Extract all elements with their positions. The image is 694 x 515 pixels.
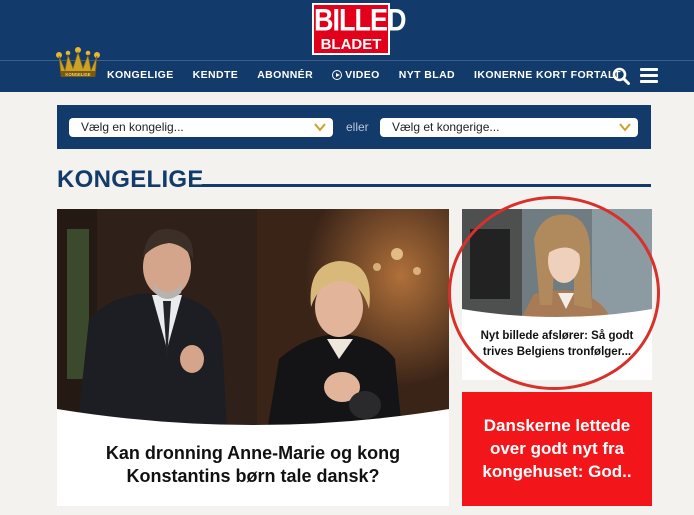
select-kingdom[interactable]: Vælg et kongerige... <box>380 118 638 137</box>
article-card-side[interactable]: Nyt billede afslører: Så godt trives Bel… <box>462 209 652 380</box>
royal-filter-bar: Vælg en kongelig... eller Vælg et konger… <box>57 105 651 149</box>
article-card-main[interactable]: Kan dronning Anne-Marie og kong Konstant… <box>57 209 449 506</box>
nav-label: KONGELIGE <box>107 69 174 81</box>
nav-label: KENDTE <box>192 69 239 81</box>
main-nav: KONGELIGE KENDTE ABONNÉR VIDEO NYT BLAD … <box>107 69 640 81</box>
nav-item-video[interactable]: VIDEO <box>332 69 380 81</box>
nav-divider <box>0 60 694 61</box>
play-icon <box>332 70 343 80</box>
search-icon[interactable] <box>612 67 630 85</box>
nav-label: NYT BLAD <box>398 69 456 81</box>
crown-icon[interactable]: KONGELIGE <box>55 46 101 82</box>
select-royal-value: Vælg en kongelig... <box>81 120 184 134</box>
nav-label: VIDEO <box>345 69 380 81</box>
article-card-promo[interactable]: Danskerne lettede over godt nyt fra kong… <box>462 392 652 506</box>
crown-text: KONGELIGE <box>65 72 90 77</box>
logo-line-1: BILLED <box>314 2 407 38</box>
menu-icon[interactable] <box>640 68 658 84</box>
article-headline-side[interactable]: Nyt billede afslører: Så godt trives Bel… <box>462 328 652 360</box>
nav-item-ikonerne[interactable]: IKONERNE KORT FORTALT <box>474 69 621 81</box>
section-title-rule <box>202 184 651 187</box>
chevron-down-icon <box>314 123 326 132</box>
site-header: BILLED BLADET KONGELIGE KONGELIGE KENDTE… <box>0 0 694 92</box>
nav-item-kongelige[interactable]: KONGELIGE <box>107 69 174 81</box>
site-logo[interactable]: BILLED BLADET <box>312 2 407 55</box>
select-kingdom-value: Vælg et kongerige... <box>392 120 500 134</box>
logo-line-2: BLADET <box>320 36 382 53</box>
nav-item-kendte[interactable]: KENDTE <box>193 69 239 81</box>
article-image-main[interactable] <box>57 209 449 431</box>
article-headline-promo[interactable]: Danskerne lettede over godt nyt fra kong… <box>462 414 652 483</box>
nav-item-nyt-blad[interactable]: NYT BLAD <box>399 69 455 81</box>
nav-item-abonner[interactable]: ABONNÉR <box>257 69 313 81</box>
select-royal[interactable]: Vælg en kongelig... <box>69 118 333 137</box>
article-headline-main[interactable]: Kan dronning Anne-Marie og kong Konstant… <box>57 442 449 488</box>
filter-separator: eller <box>346 120 369 134</box>
nav-label: IKONERNE KORT FORTALT <box>474 69 621 81</box>
article-image-side[interactable] <box>462 209 652 317</box>
nav-label: ABONNÉR <box>257 69 314 81</box>
section-title: KONGELIGE <box>57 166 204 193</box>
chevron-down-icon <box>619 123 631 132</box>
